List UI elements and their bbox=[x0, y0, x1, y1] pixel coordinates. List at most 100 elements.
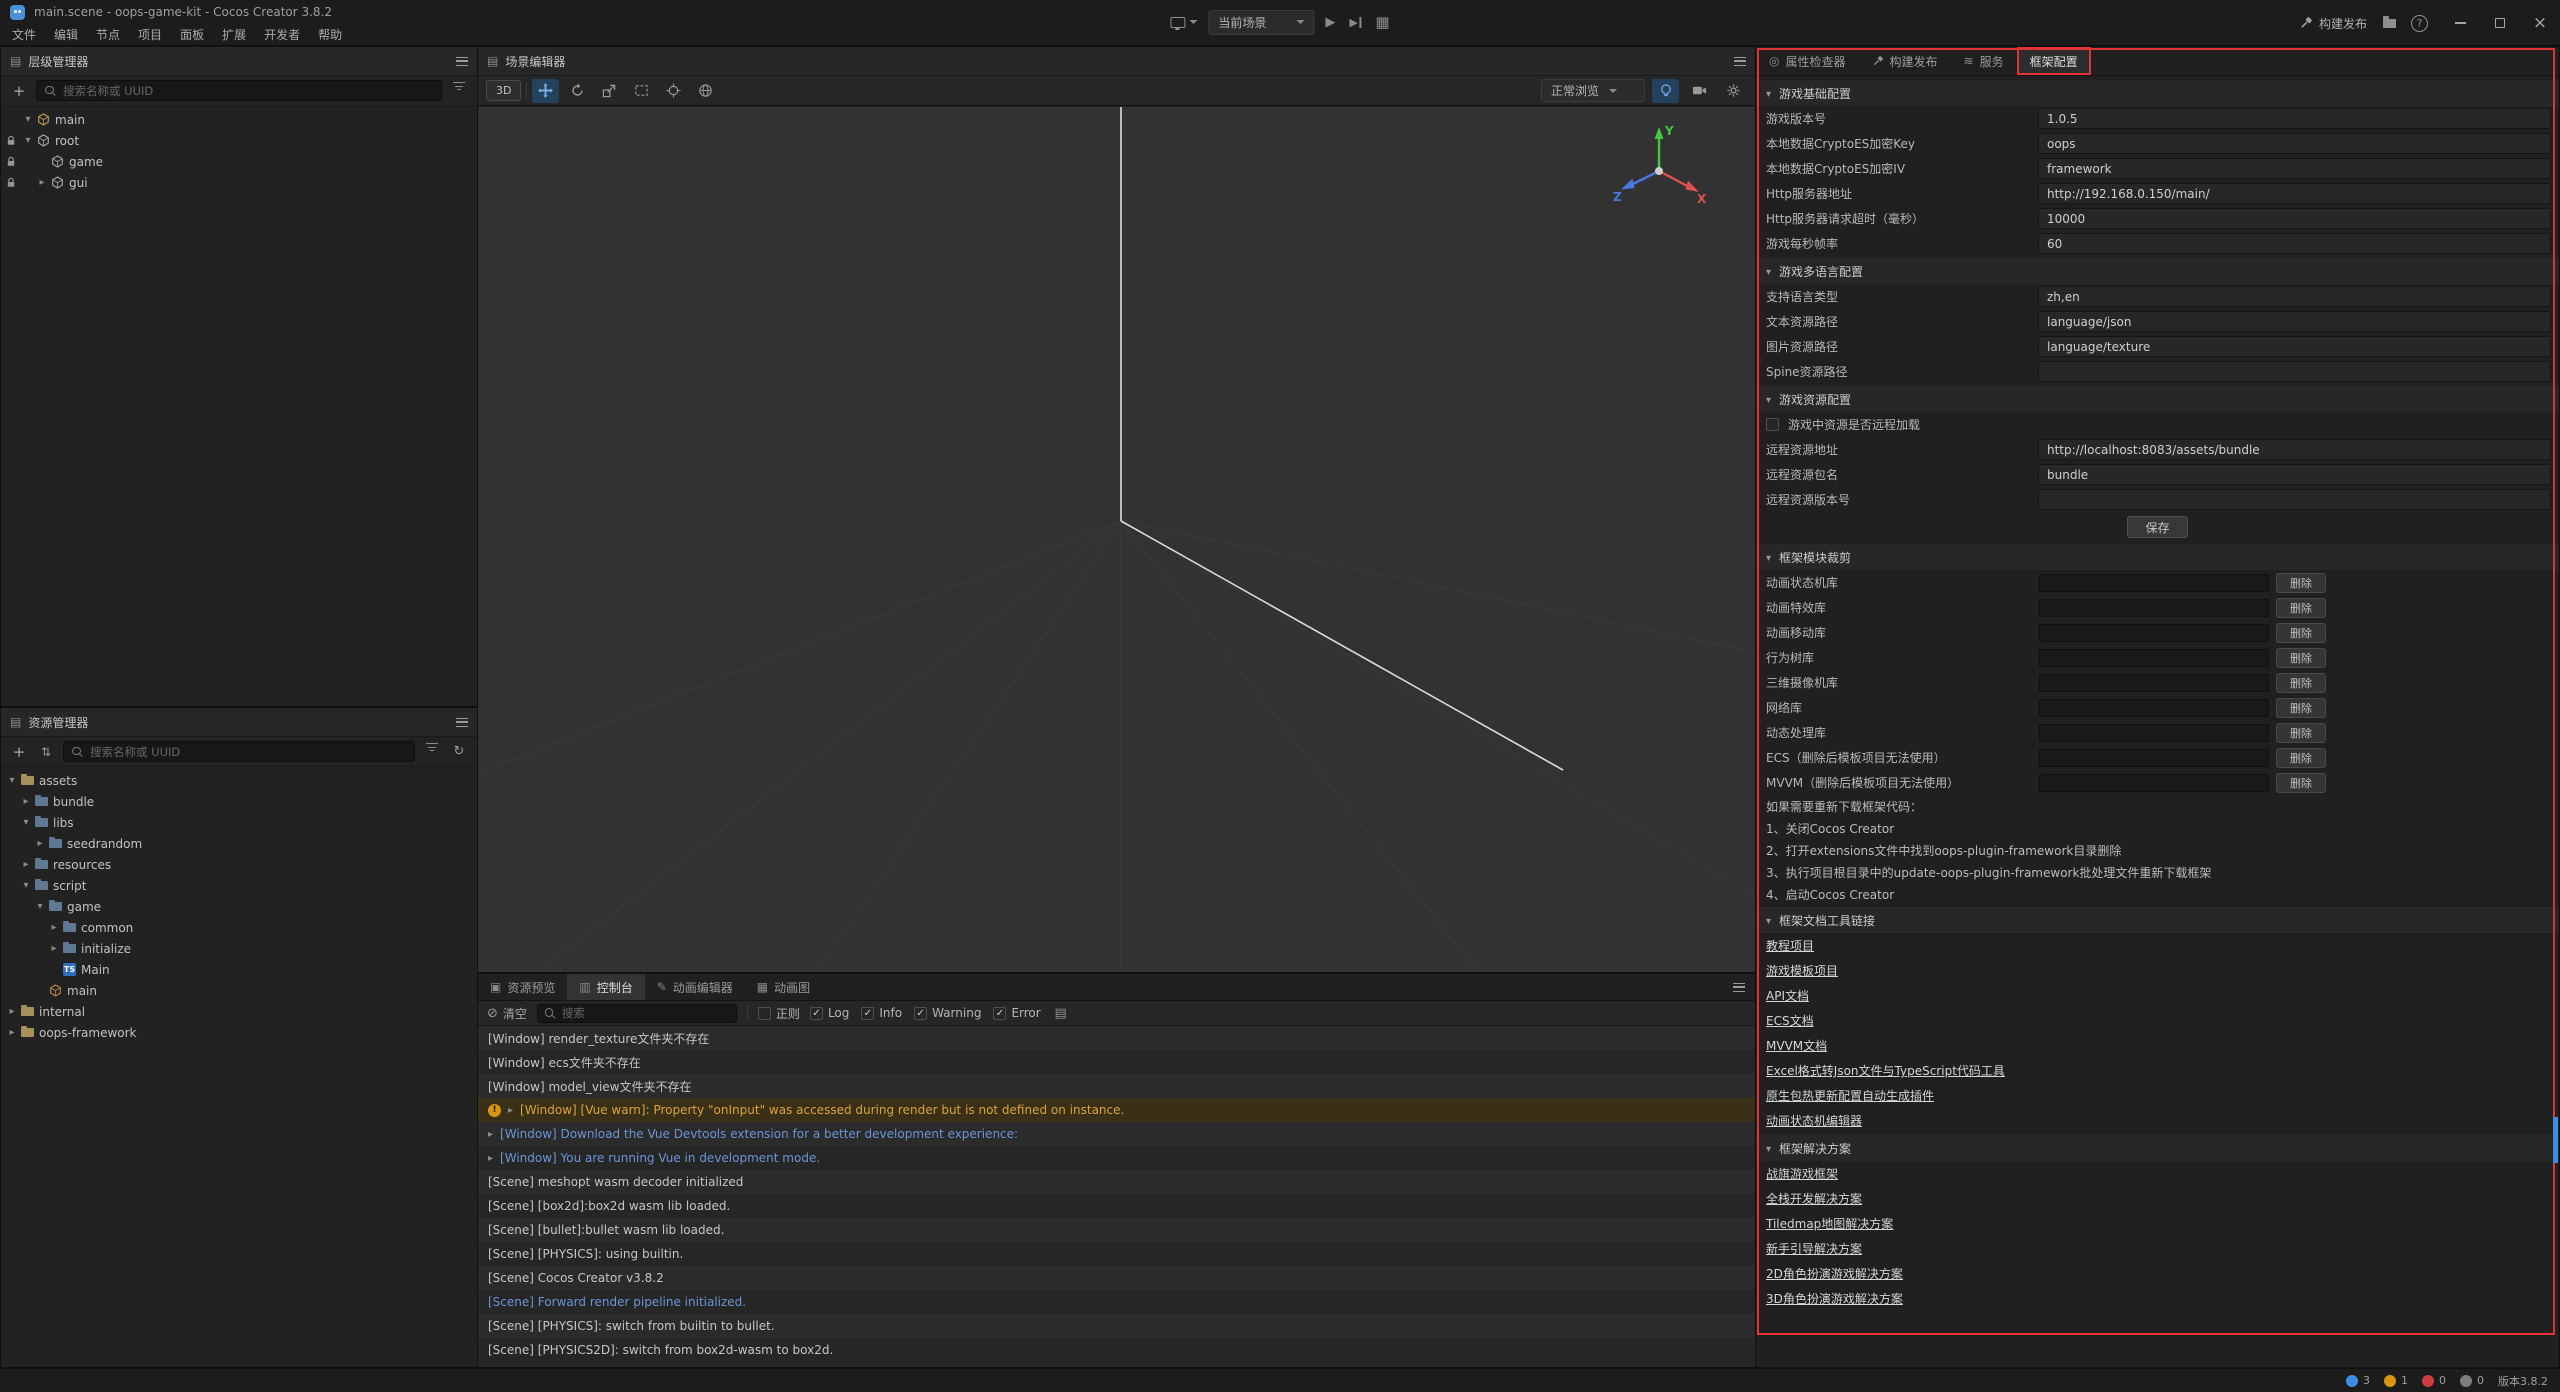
close-button[interactable] bbox=[2520, 0, 2560, 46]
doc-link[interactable]: ECS文档 bbox=[1766, 1012, 1814, 1029]
export-log-icon[interactable]: ▤ bbox=[1051, 1003, 1071, 1023]
log-row[interactable]: [Scene] [box2d]:box2d wasm lib loaded. bbox=[478, 1194, 1755, 1218]
chevron-down-icon[interactable] bbox=[21, 115, 35, 125]
expand-icon[interactable] bbox=[508, 1105, 513, 1116]
log-row[interactable]: [Scene] Cocos Creator v3.8.2 bbox=[478, 1266, 1755, 1290]
lock-icon[interactable] bbox=[1, 135, 21, 146]
log-row[interactable]: [Scene] [PHYSICS2D]: switch from box2d-w… bbox=[478, 1338, 1755, 1362]
chevron-down-icon[interactable] bbox=[5, 776, 19, 786]
property-input[interactable]: 1.0.5 bbox=[2038, 108, 2551, 129]
log-row[interactable]: [Scene] [PHYSICS]: using builtin. bbox=[478, 1242, 1755, 1266]
build-publish-button[interactable]: 构建发布 bbox=[2286, 15, 2380, 32]
panel-menu-icon[interactable] bbox=[456, 57, 468, 66]
property-input[interactable]: language/json bbox=[2038, 311, 2551, 332]
property-input[interactable]: framework bbox=[2038, 158, 2551, 179]
3d-mode-toggle[interactable]: 3D bbox=[486, 80, 521, 101]
lock-icon[interactable] bbox=[1, 156, 21, 167]
doc-link[interactable]: 教程项目 bbox=[1766, 937, 1814, 954]
property-input[interactable]: language/texture bbox=[2038, 336, 2551, 357]
scene-settings-button[interactable] bbox=[1720, 79, 1747, 103]
move-tool-button[interactable] bbox=[532, 79, 559, 103]
doc-link[interactable]: Excel格式转Json文件与TypeScript代码工具 bbox=[1766, 1062, 2005, 1079]
tab-animation-editor[interactable]: ✎动画编辑器 bbox=[645, 974, 745, 1000]
tab-property-inspector[interactable]: ◎属性检查器 bbox=[1756, 47, 1859, 75]
doc-link[interactable]: 原生包热更新配置自动生成插件 bbox=[1766, 1087, 1934, 1104]
status-notice-count[interactable]: 0 bbox=[2460, 1374, 2484, 1387]
section-solutions[interactable]: 框架解决方案 bbox=[1756, 1135, 2559, 1161]
menu-item[interactable]: 文件 bbox=[3, 24, 45, 45]
tab-build-publish[interactable]: 构建发布 bbox=[1859, 47, 1951, 75]
tab-console[interactable]: ▥控制台 bbox=[567, 974, 644, 1000]
open-project-folder-button[interactable] bbox=[2380, 10, 2399, 36]
delete-module-button[interactable]: 删除 bbox=[2276, 698, 2326, 718]
expand-icon[interactable] bbox=[488, 1129, 493, 1140]
property-input[interactable]: http://localhost:8083/assets/bundle bbox=[2038, 439, 2551, 460]
tree-node-root[interactable]: root bbox=[1, 130, 477, 151]
console-search-input[interactable]: 搜索 bbox=[537, 1004, 737, 1023]
log-row[interactable]: [Scene] meshopt wasm decoder initialized bbox=[478, 1170, 1755, 1194]
chevron-down-icon[interactable] bbox=[33, 902, 47, 912]
scene-viewport[interactable]: Y X Z bbox=[478, 107, 1755, 972]
section-doc-links[interactable]: 框架文档工具链接 bbox=[1756, 907, 2559, 933]
chevron-right-icon[interactable] bbox=[33, 839, 47, 849]
log-filter-toggle[interactable]: Warning bbox=[914, 1006, 981, 1020]
menu-item[interactable]: 节点 bbox=[87, 24, 129, 45]
asset-node-script[interactable]: script bbox=[5, 875, 477, 896]
chevron-right-icon[interactable] bbox=[5, 1007, 19, 1017]
menu-item[interactable]: 扩展 bbox=[213, 24, 255, 45]
property-input[interactable]: oops bbox=[2038, 133, 2551, 154]
minimize-button[interactable] bbox=[2440, 0, 2480, 46]
asset-node-oops-framework[interactable]: oops-framework bbox=[5, 1022, 477, 1043]
panel-menu-icon[interactable] bbox=[456, 718, 468, 727]
scene-camera-button[interactable] bbox=[1686, 79, 1713, 103]
log-row[interactable]: [Window] You are running Vue in developm… bbox=[478, 1146, 1755, 1170]
chevron-right-icon[interactable] bbox=[47, 944, 61, 954]
assets-search-input[interactable]: 搜索名称或 UUID bbox=[63, 741, 415, 762]
tab-framework-config[interactable]: 框架配置 bbox=[2017, 47, 2091, 75]
tab-asset-preview[interactable]: ▣资源预览 bbox=[478, 974, 567, 1000]
log-row[interactable]: [Scene] Forward render pipeline initiali… bbox=[478, 1290, 1755, 1314]
solution-link[interactable]: 2D角色扮演游戏解决方案 bbox=[1766, 1265, 1903, 1282]
delete-module-button[interactable]: 删除 bbox=[2276, 598, 2326, 618]
status-info-count[interactable]: 3 bbox=[2346, 1374, 2370, 1387]
chevron-down-icon[interactable] bbox=[19, 818, 33, 828]
doc-link[interactable]: API文档 bbox=[1766, 987, 1809, 1004]
step-button[interactable] bbox=[1346, 9, 1364, 35]
property-input[interactable]: 60 bbox=[2038, 233, 2551, 254]
menu-item[interactable]: 编辑 bbox=[45, 24, 87, 45]
log-row[interactable]: [Window] model_view文件夹不存在 bbox=[478, 1074, 1755, 1098]
menu-item[interactable]: 帮助 bbox=[309, 24, 351, 45]
doc-link[interactable]: 动画状态机编辑器 bbox=[1766, 1112, 1862, 1129]
tree-node-gui[interactable]: gui bbox=[1, 172, 477, 193]
panel-menu-icon[interactable] bbox=[1734, 57, 1746, 66]
asset-node-assets[interactable]: assets bbox=[5, 770, 477, 791]
chevron-down-icon[interactable] bbox=[21, 136, 35, 146]
refresh-icon[interactable] bbox=[449, 742, 469, 762]
property-input[interactable] bbox=[2038, 489, 2551, 510]
doc-link[interactable]: MVVM文档 bbox=[1766, 1037, 1827, 1054]
panel-menu-icon[interactable] bbox=[1733, 983, 1745, 992]
coordinate-space-button[interactable] bbox=[692, 79, 719, 103]
pivot-tool-button[interactable] bbox=[660, 79, 687, 103]
filter-icon[interactable] bbox=[422, 742, 442, 762]
asset-node-resources[interactable]: resources bbox=[5, 854, 477, 875]
scene-light-toggle[interactable] bbox=[1652, 79, 1679, 103]
menu-item[interactable]: 开发者 bbox=[255, 24, 309, 45]
property-input[interactable] bbox=[2038, 361, 2551, 382]
tree-node-game[interactable]: game bbox=[1, 151, 477, 172]
property-input[interactable]: zh,en bbox=[2038, 286, 2551, 307]
log-row[interactable]: [Window] ecs文件夹不存在 bbox=[478, 1050, 1755, 1074]
checkbox-icon[interactable] bbox=[1766, 418, 1779, 431]
asset-node-common[interactable]: common bbox=[5, 917, 477, 938]
tab-services[interactable]: ≋服务 bbox=[1951, 47, 2017, 75]
asset-node-main-ts[interactable]: TS Main bbox=[5, 959, 477, 980]
menu-item[interactable]: 面板 bbox=[171, 24, 213, 45]
tree-node-main[interactable]: main bbox=[1, 109, 477, 130]
chevron-right-icon[interactable] bbox=[19, 860, 33, 870]
menu-item[interactable]: 项目 bbox=[129, 24, 171, 45]
hierarchy-search-input[interactable]: 搜索名称或 UUID bbox=[36, 80, 442, 101]
asset-node-seedrandom[interactable]: seedrandom bbox=[5, 833, 477, 854]
sort-icon[interactable] bbox=[36, 742, 56, 762]
delete-module-button[interactable]: 删除 bbox=[2276, 723, 2326, 743]
chevron-right-icon[interactable] bbox=[35, 178, 49, 188]
